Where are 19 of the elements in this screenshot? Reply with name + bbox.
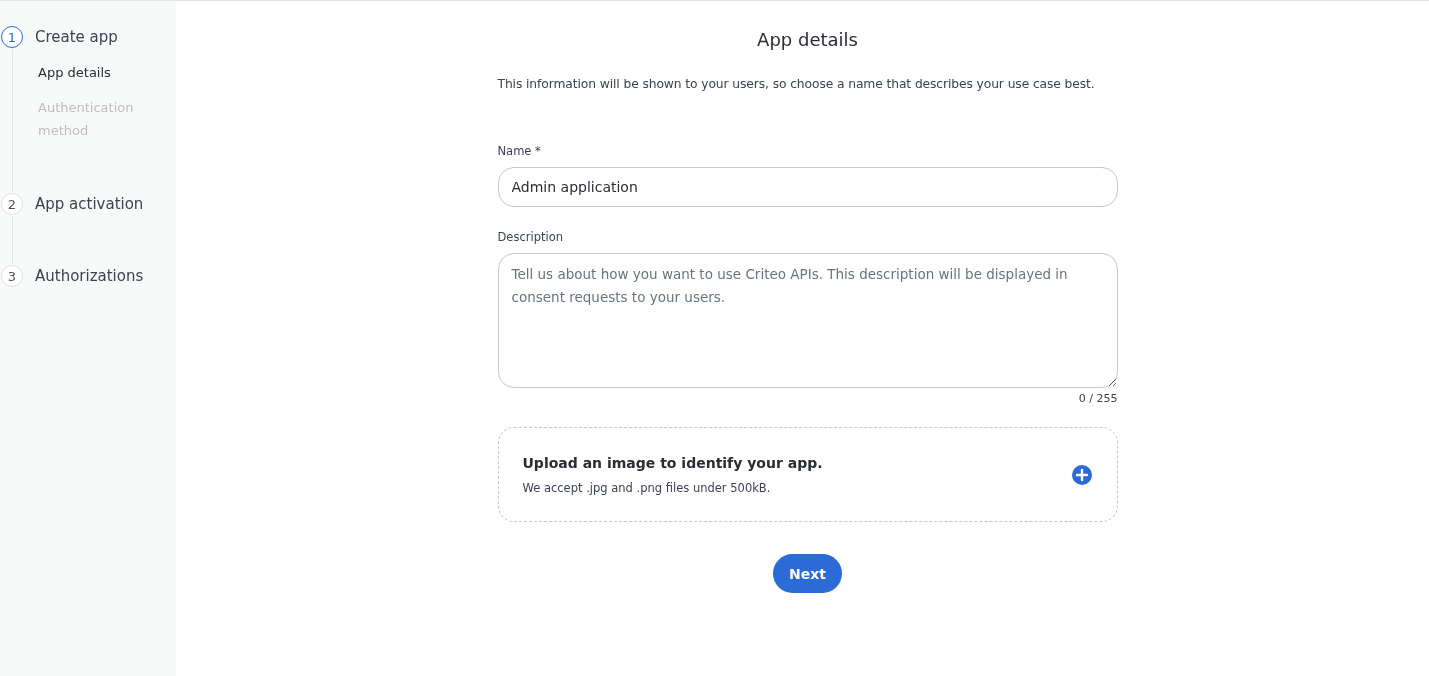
page-title: App details — [756, 29, 859, 50]
intro-text: This information will be shown to your users, so choose a name that describes your use case best. — [497, 77, 1096, 91]
substep-item[interactable]: App details — [38, 61, 176, 84]
step-number: 1 — [1, 26, 23, 48]
next-button[interactable]: Next — [773, 554, 842, 593]
step-number: 2 — [1, 193, 23, 215]
field-label: Name * — [497, 144, 542, 158]
step-label[interactable]: Authorizations — [35, 267, 144, 285]
upload-dropzone[interactable]: Upload an image to identify your app. We accept .jpg and .png files under 500kB. — [497, 427, 1118, 522]
description-input-field[interactable]: Tell us about how you want to use Criteo APIs. This description will be displayed in consent requests to your users. — [497, 253, 1118, 388]
upload-hint: We accept .jpg and .png files under 500kB. — [522, 480, 772, 495]
character-counter: 0 / 255 — [1078, 392, 1118, 405]
upload-title: Upload an image to identify your app. — [522, 454, 823, 471]
field-label: Description — [497, 230, 564, 244]
step-label[interactable]: App activation — [35, 195, 144, 213]
step-number: 3 — [1, 265, 23, 287]
step-label[interactable]: Create app — [35, 28, 118, 46]
plus-icon[interactable] — [1071, 464, 1092, 485]
name-input-field[interactable]: Admin application — [497, 167, 1118, 207]
